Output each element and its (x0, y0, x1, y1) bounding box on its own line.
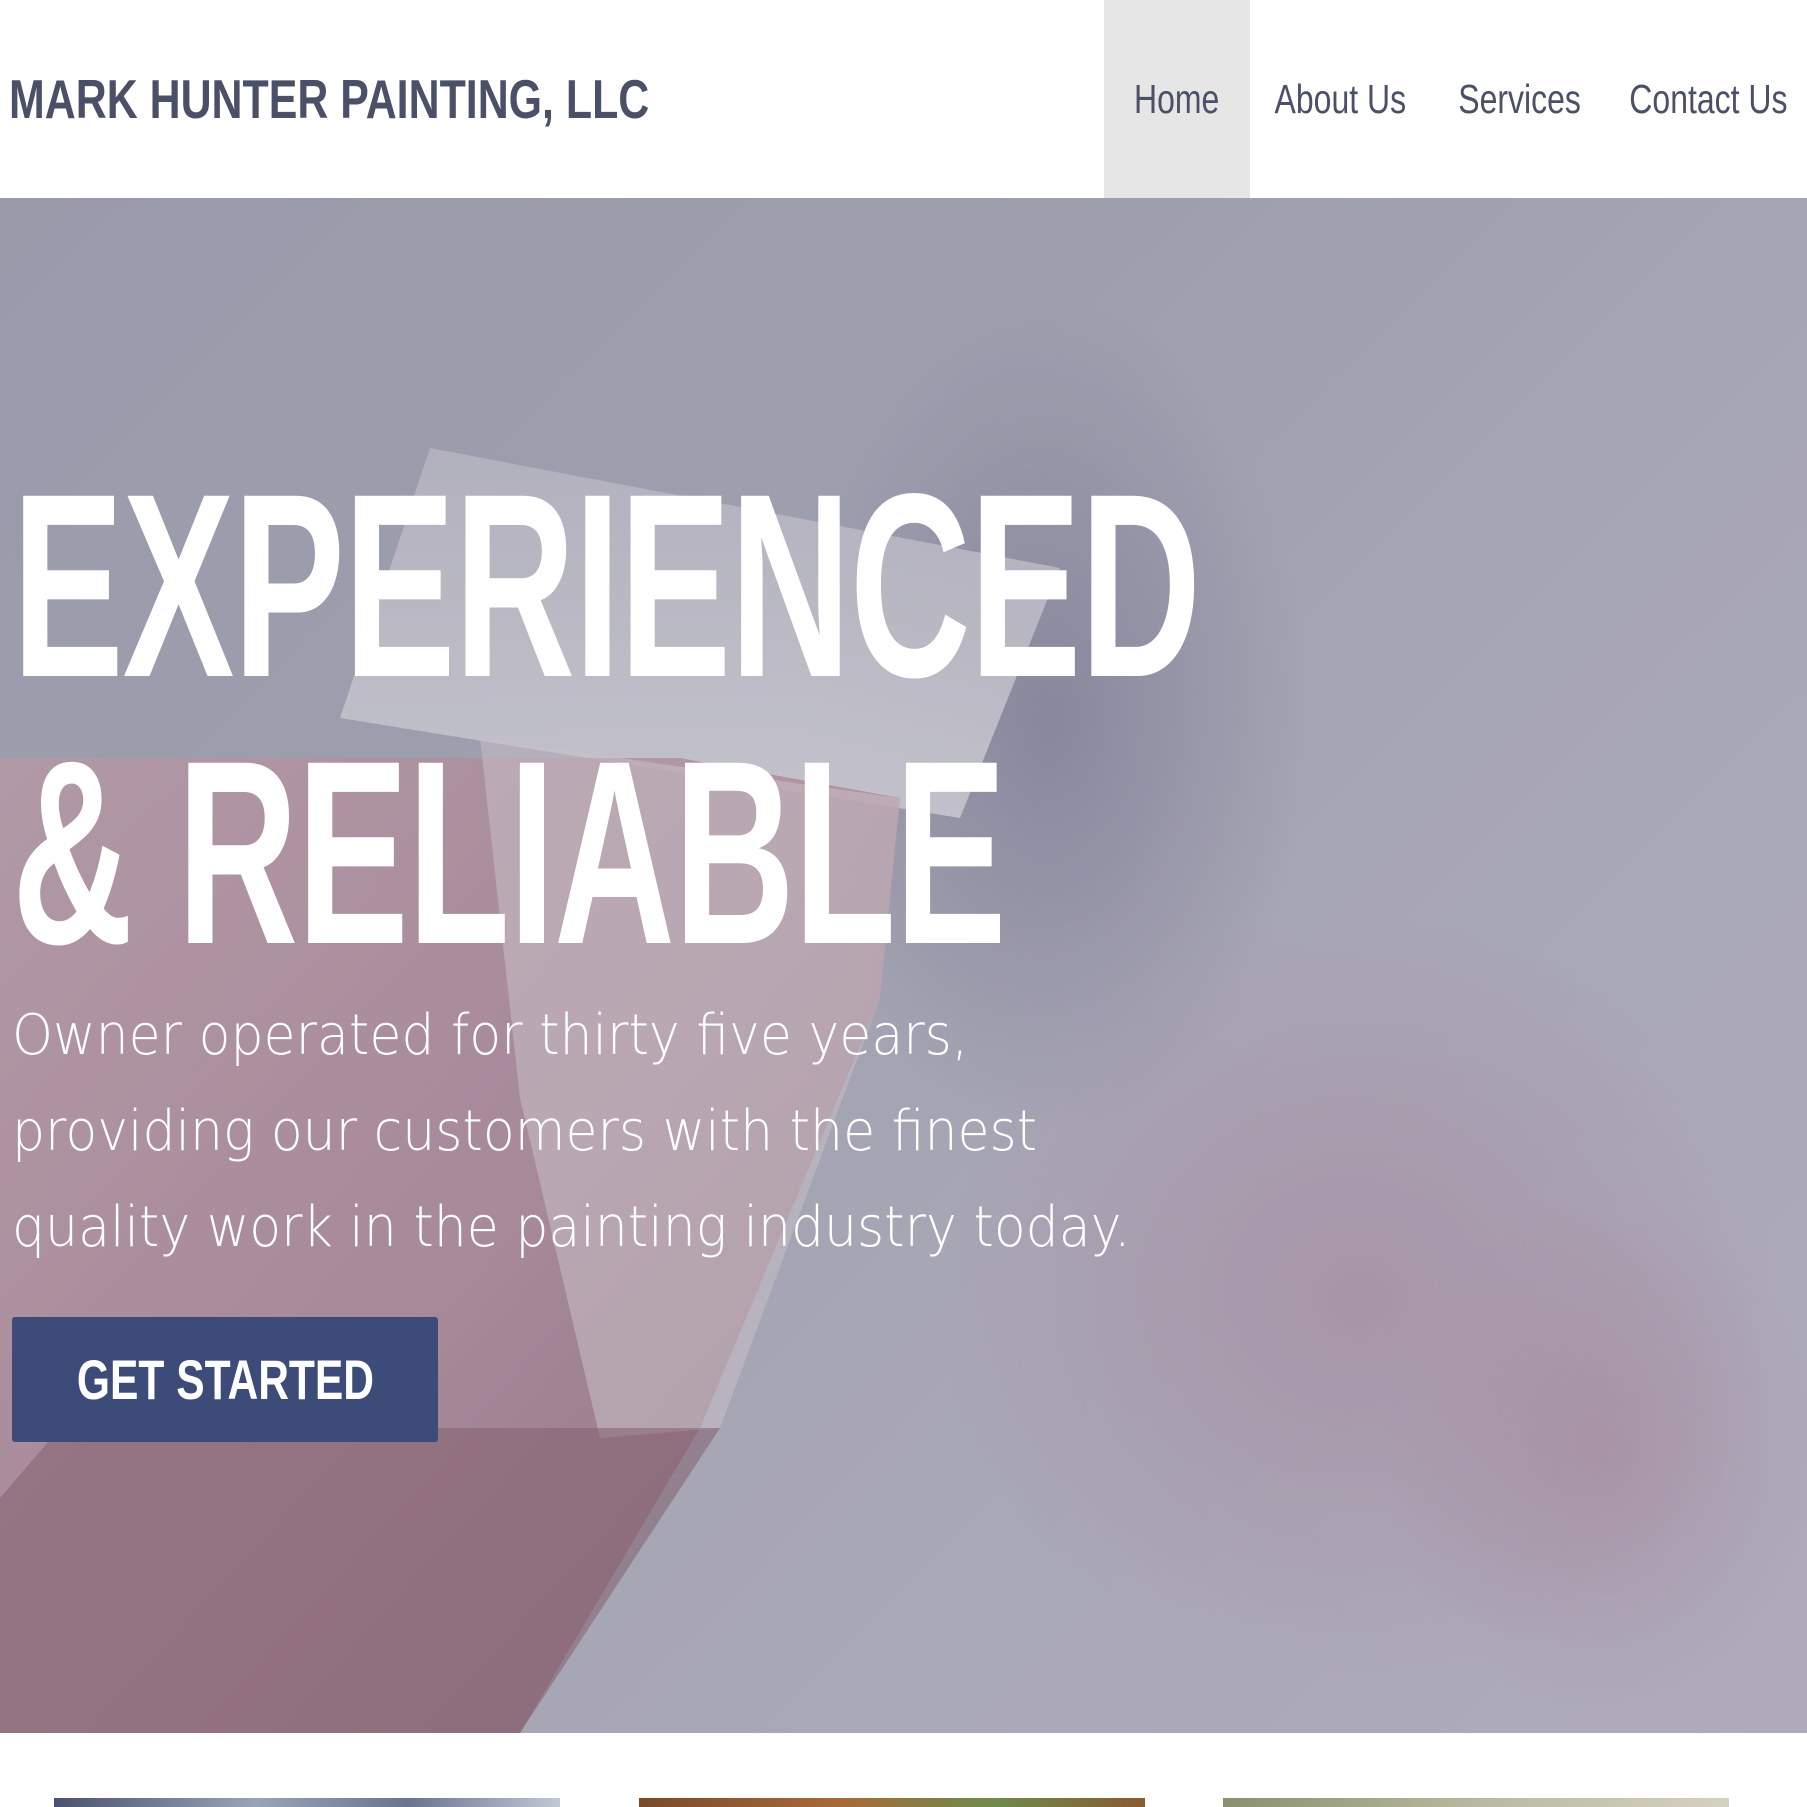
hero-section: EXPERIENCED & RELIABLE Owner operated fo… (0, 198, 1807, 1733)
site-header: MARK HUNTER PAINTING, LLC Home About Us … (0, 0, 1807, 198)
hero-subtext-line: providing our customers with the finest (12, 1099, 1038, 1164)
nav-home-label: Home (1134, 75, 1220, 122)
hero-subtext-line: quality work in the painting industry to… (12, 1195, 1131, 1260)
get-started-button[interactable]: GET STARTED (12, 1317, 438, 1442)
get-started-label: GET STARTED (76, 1348, 374, 1411)
nav-about-us-label: About Us (1274, 75, 1406, 122)
hero-headline-line1: EXPERIENCED (12, 439, 1201, 732)
nav-services[interactable]: Services (1430, 0, 1610, 198)
nav-contact-us-label: Contact Us (1629, 75, 1788, 122)
thumbnail-image-2[interactable] (639, 1798, 1145, 1807)
thumbnail-image-1[interactable] (54, 1798, 560, 1807)
hero-headline-line2: & RELIABLE (12, 706, 1007, 999)
thumbnail-image-3[interactable] (1223, 1798, 1729, 1807)
hero-subtext-line: Owner operated for thirty five years, (12, 1003, 969, 1068)
site-logo-text[interactable]: MARK HUNTER PAINTING, LLC (9, 64, 649, 134)
hero-subtext: Owner operated for thirty five years, pr… (12, 988, 1131, 1276)
nav-contact-us[interactable]: Contact Us (1610, 0, 1807, 198)
nav-services-label: Services (1458, 75, 1582, 122)
nav-home[interactable]: Home (1104, 0, 1250, 198)
nav-about-us[interactable]: About Us (1250, 0, 1430, 198)
